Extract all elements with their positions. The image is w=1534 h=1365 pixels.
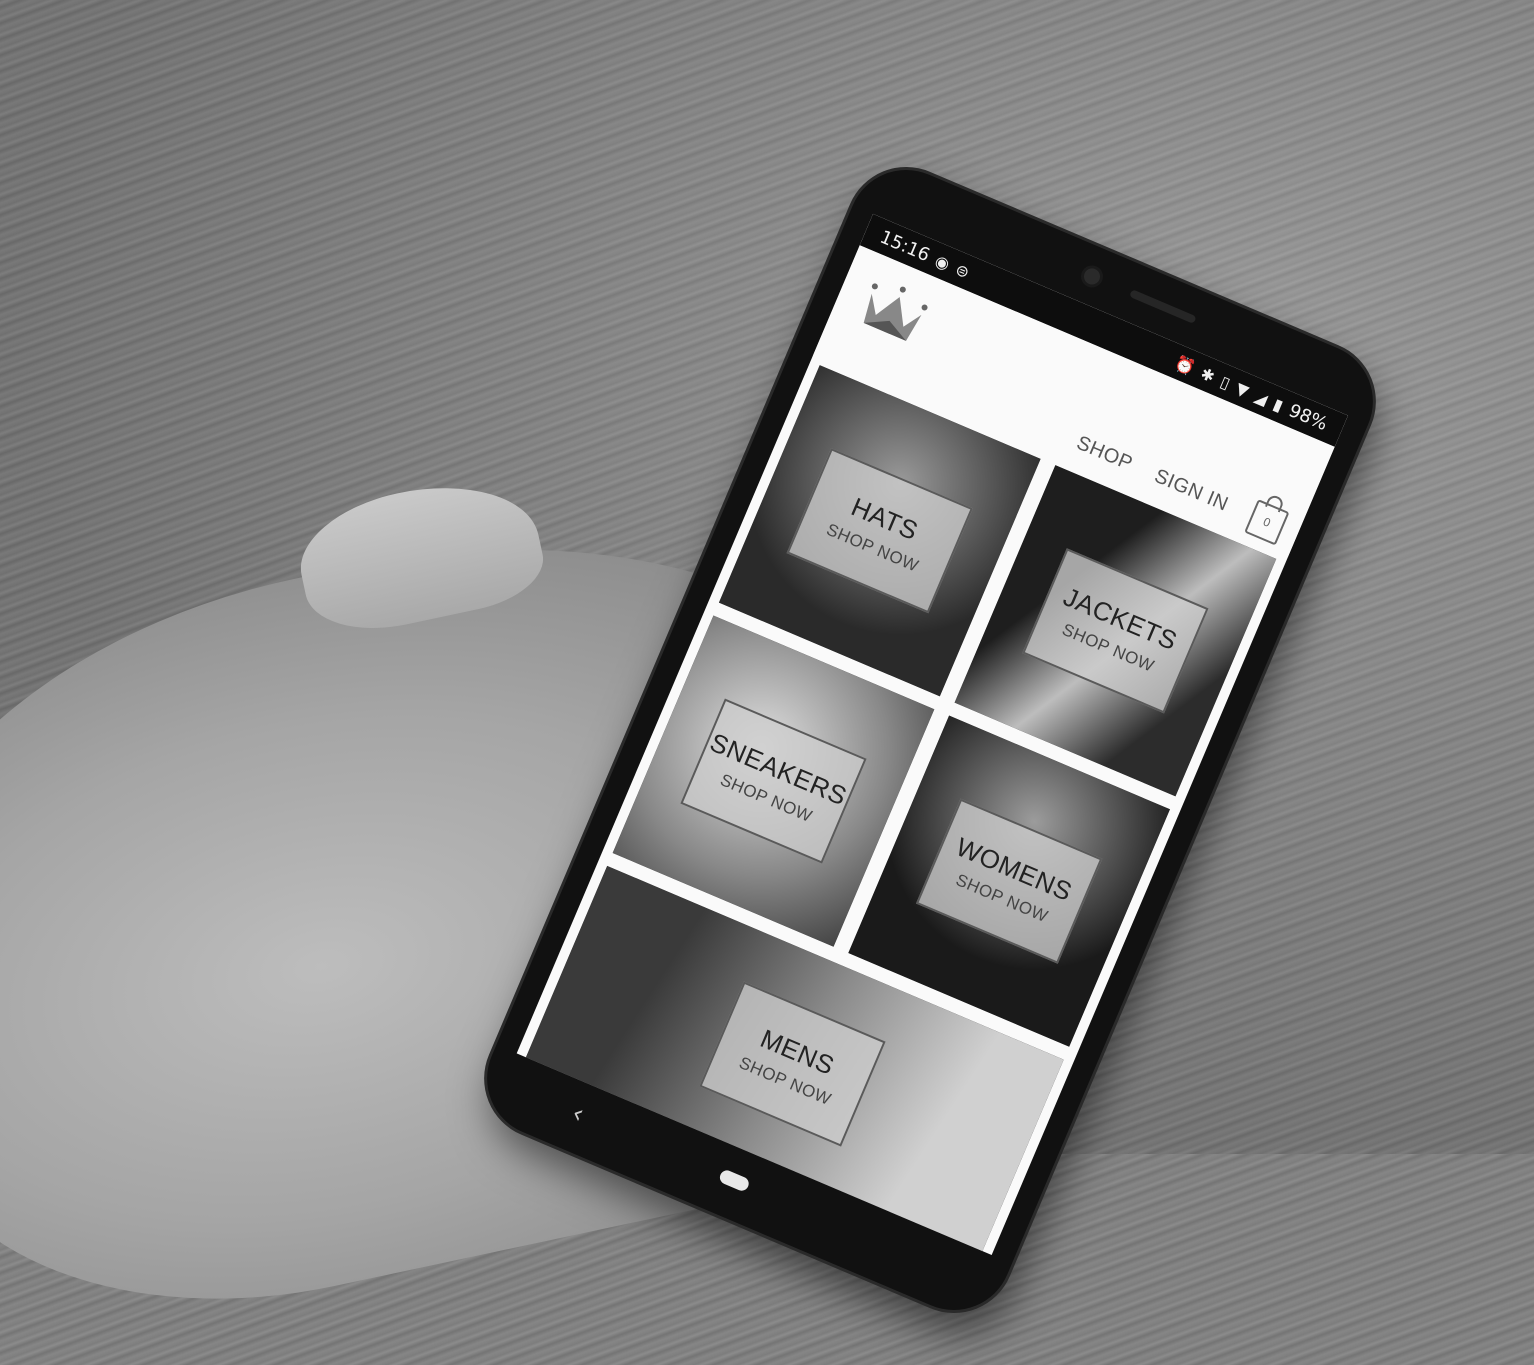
back-chevron-icon[interactable]: ‹ xyxy=(567,1098,588,1130)
nav-spacer xyxy=(886,1245,910,1255)
cart-count: 0 xyxy=(1261,514,1273,531)
notification-icon: ◉ xyxy=(932,250,953,274)
wifi-icon: ▼ xyxy=(1233,378,1252,401)
bluetooth-icon: ✱ xyxy=(1198,363,1218,386)
signal-icon: ◢ xyxy=(1251,386,1271,409)
nav-sign-in[interactable]: SIGN IN xyxy=(1151,464,1231,516)
home-pill-icon[interactable] xyxy=(717,1168,752,1193)
crown-icon[interactable] xyxy=(851,271,935,352)
battery-icon: ▮ xyxy=(1270,393,1287,415)
vibrate-icon: ▯ xyxy=(1217,371,1234,393)
notification-icon: ⊜ xyxy=(952,259,973,282)
nav-shop[interactable]: SHOP xyxy=(1073,431,1136,475)
alarm-icon: ⏰ xyxy=(1172,352,1199,378)
shopping-bag-icon[interactable]: 0 xyxy=(1244,499,1290,546)
